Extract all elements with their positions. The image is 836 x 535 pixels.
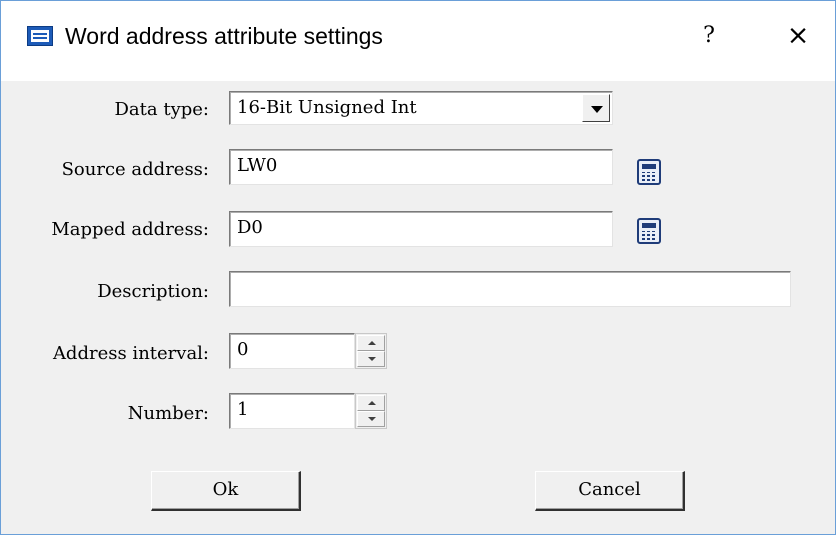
chevron-down-icon[interactable] <box>582 94 610 122</box>
title-bar[interactable]: Word address attribute settings ? × <box>1 1 835 81</box>
data-type-value: 16-Bit Unsigned Int <box>237 97 417 118</box>
mapped-address-calculator-icon[interactable] <box>637 218 661 244</box>
spin-down-icon[interactable] <box>357 411 385 427</box>
source-address-value: LW0 <box>237 155 278 176</box>
mapped-address-label: Mapped address: <box>51 219 209 240</box>
cancel-button[interactable]: Cancel <box>535 471 685 511</box>
source-address-calculator-icon[interactable] <box>637 159 661 185</box>
question-mark-icon: ? <box>703 23 715 48</box>
ok-button[interactable]: Ok <box>151 471 301 511</box>
address-interval-input[interactable]: 0 <box>229 333 355 369</box>
number-label: Number: <box>127 403 209 424</box>
source-address-input[interactable]: LW0 <box>229 149 613 185</box>
data-type-label: Data type: <box>114 99 210 120</box>
number-value: 1 <box>237 399 249 420</box>
help-button[interactable]: ? <box>694 19 724 53</box>
word-address-settings-dialog: Word address attribute settings ? × Data… <box>0 0 836 535</box>
source-address-label: Source address: <box>61 159 209 180</box>
address-interval-spinner[interactable] <box>355 333 387 369</box>
spin-up-icon[interactable] <box>357 395 385 411</box>
number-spinner[interactable] <box>355 393 387 429</box>
data-type-select[interactable]: 16-Bit Unsigned Int <box>229 91 613 125</box>
address-interval-label: Address interval: <box>52 343 209 364</box>
close-icon: × <box>786 20 810 51</box>
number-input[interactable]: 1 <box>229 393 355 429</box>
description-input[interactable] <box>229 271 791 307</box>
dialog-title: Word address attribute settings <box>65 23 383 49</box>
address-interval-value: 0 <box>237 339 249 360</box>
spin-down-icon[interactable] <box>357 351 385 367</box>
mapped-address-value: D0 <box>237 217 263 238</box>
dialog-content: Data type: 16-Bit Unsigned Int Source ad… <box>1 81 835 534</box>
spin-up-icon[interactable] <box>357 335 385 351</box>
mapped-address-input[interactable]: D0 <box>229 211 613 247</box>
description-label: Description: <box>97 281 209 302</box>
close-button[interactable]: × <box>779 19 817 53</box>
hmi-app-icon <box>27 26 53 46</box>
